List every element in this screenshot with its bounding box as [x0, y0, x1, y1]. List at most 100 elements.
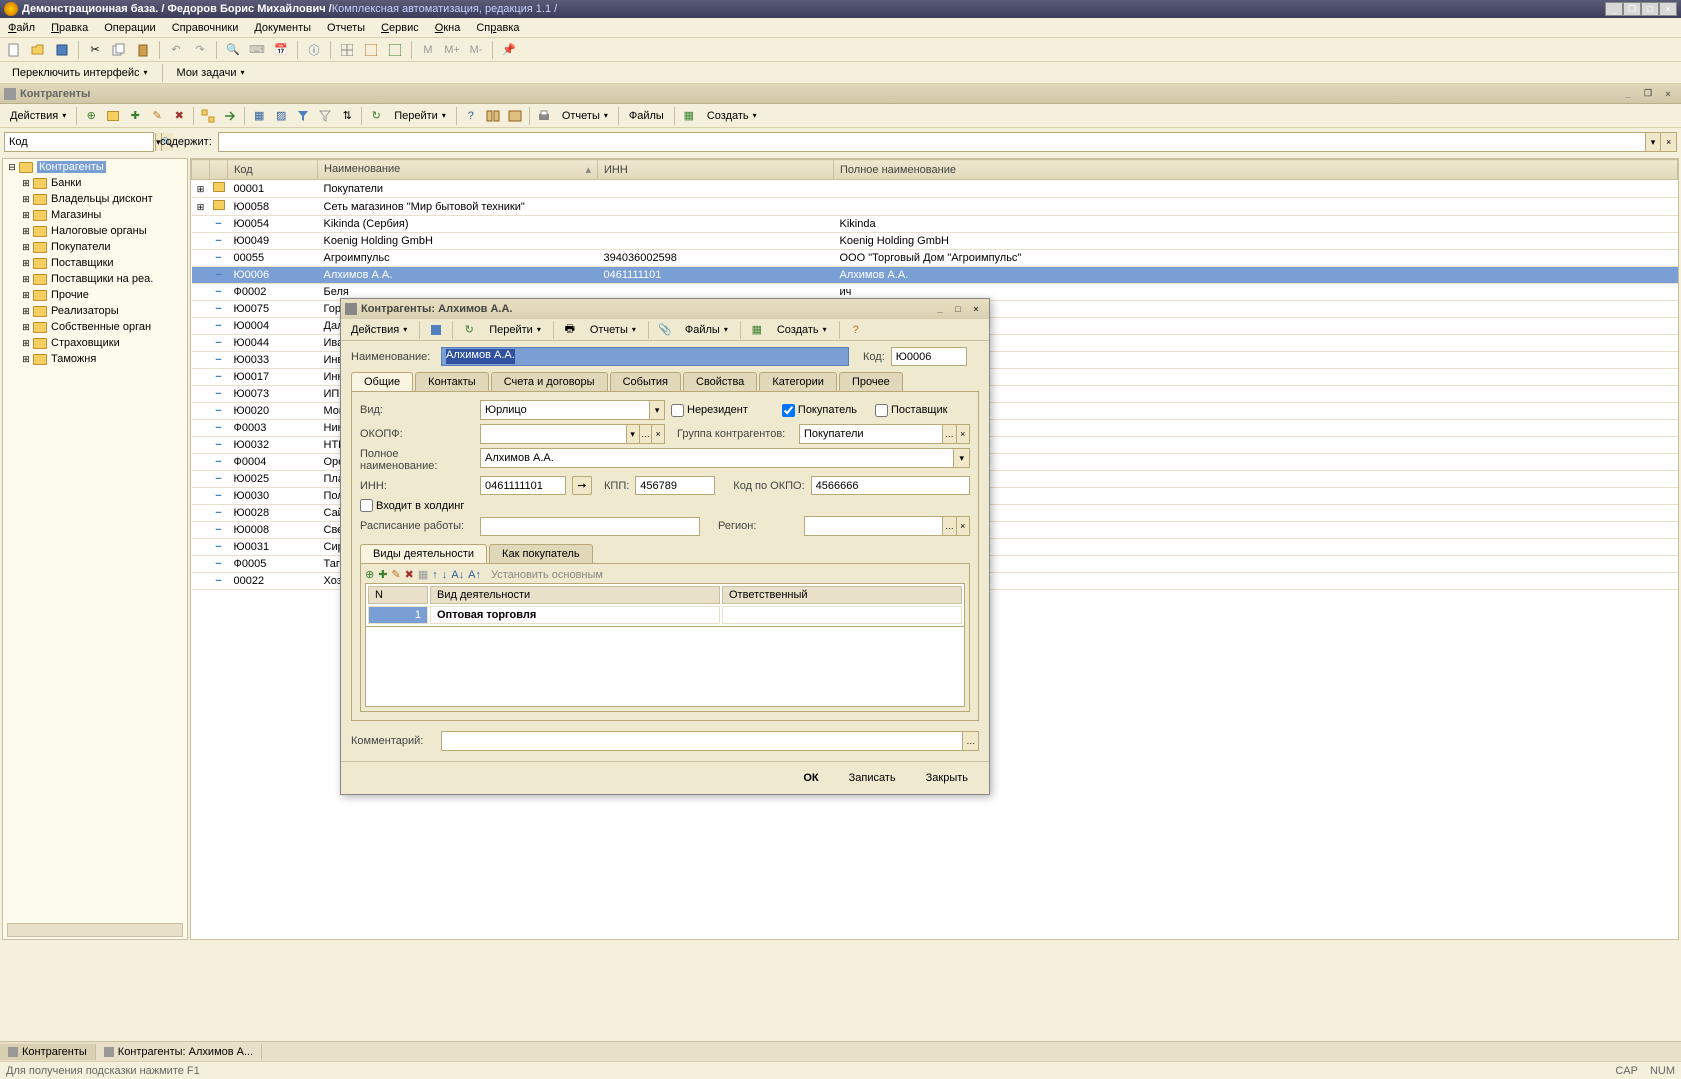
- menu-documents[interactable]: Документы: [254, 22, 311, 34]
- open-icon[interactable]: [28, 40, 48, 60]
- grid-row[interactable]: −Ю0049Koenig Holding GmbHKoenig Holding …: [192, 233, 1678, 250]
- dialog-tab[interactable]: Контакты: [415, 372, 489, 391]
- dialog-subtab[interactable]: Виды деятельности: [360, 544, 487, 563]
- dialog-close-button[interactable]: ×: [967, 302, 985, 316]
- paste-icon[interactable]: [133, 40, 153, 60]
- mminus-icon[interactable]: M-: [466, 40, 486, 60]
- move-icon[interactable]: [220, 106, 240, 126]
- ig-down-icon[interactable]: ↓: [442, 569, 448, 581]
- dialog-subtab[interactable]: Как покупатель: [489, 544, 593, 563]
- goto-dropdown[interactable]: Перейти: [388, 108, 452, 124]
- sub-restore-button[interactable]: ❐: [1639, 87, 1657, 101]
- kpp-field[interactable]: [635, 476, 715, 495]
- grid-row[interactable]: ⊞Ю0058Сеть магазинов "Мир бытовой техник…: [192, 198, 1678, 216]
- tree-item[interactable]: ⊞Поставщики на реа.: [3, 271, 187, 287]
- reports-dropdown[interactable]: Отчеты: [556, 108, 614, 124]
- restore-button[interactable]: ❐: [1623, 2, 1641, 16]
- refresh-icon[interactable]: ↻: [366, 106, 386, 126]
- grid1-icon[interactable]: [337, 40, 357, 60]
- dlg-refresh-icon[interactable]: ↻: [459, 320, 479, 340]
- sub-close-button[interactable]: ×: [1659, 87, 1677, 101]
- grid-header[interactable]: ИНН: [598, 160, 834, 180]
- help2-icon[interactable]: ?: [461, 106, 481, 126]
- dlg-create-icon[interactable]: ▦: [747, 320, 767, 340]
- filter-value-input[interactable]: [219, 133, 1645, 151]
- grid-header[interactable]: [210, 160, 228, 180]
- dlg-files-dropdown[interactable]: Файлы: [679, 322, 734, 338]
- delete-icon[interactable]: ✖: [169, 106, 189, 126]
- tasktab-list[interactable]: Контрагенты: [0, 1044, 96, 1060]
- grid-header[interactable]: Наименование ▴: [318, 160, 598, 180]
- menu-edit[interactable]: Правка: [51, 22, 88, 34]
- menu-file[interactable]: Файл: [8, 22, 35, 34]
- code-field[interactable]: [891, 347, 967, 366]
- menu-catalogs[interactable]: Справочники: [172, 22, 239, 34]
- grid-header[interactable]: Код: [228, 160, 318, 180]
- dialog-tab[interactable]: Счета и договоры: [491, 372, 608, 391]
- okpo-field[interactable]: [811, 476, 970, 495]
- find-icon[interactable]: 🔍: [223, 40, 243, 60]
- dialog-minimize-button[interactable]: _: [931, 302, 949, 316]
- name-field[interactable]: Алхимов А.А.: [446, 349, 515, 364]
- ig-delete-icon[interactable]: ✖: [405, 568, 414, 581]
- tree-item[interactable]: ⊞Поставщики: [3, 255, 187, 271]
- switch-interface-button[interactable]: Переключить интерфейс: [4, 65, 156, 81]
- tree-item[interactable]: ⊞Страховщики: [3, 335, 187, 351]
- ig-up-icon[interactable]: ↑: [432, 569, 438, 581]
- tree-item[interactable]: ⊞Собственные орган: [3, 319, 187, 335]
- grid3-icon[interactable]: [385, 40, 405, 60]
- grid-row[interactable]: −00055Агроимпульс394036002598ООО "Торгов…: [192, 250, 1678, 267]
- buyer-checkbox[interactable]: Покупатель: [782, 404, 857, 417]
- fullname-combo[interactable]: ▾: [480, 448, 970, 468]
- pin-icon[interactable]: 📌: [499, 40, 519, 60]
- set-main-button[interactable]: Установить основным: [491, 569, 603, 581]
- dialog-tab[interactable]: Общие: [351, 372, 413, 391]
- okopf-combo[interactable]: ▾…×: [480, 424, 665, 444]
- cut-icon[interactable]: ✂: [85, 40, 105, 60]
- minimize-button[interactable]: _: [1605, 2, 1623, 16]
- ig-edit-icon[interactable]: ✎: [391, 568, 400, 581]
- grid-header[interactable]: Полное наименование: [834, 160, 1678, 180]
- nonresident-checkbox[interactable]: Нерезидент: [671, 404, 748, 417]
- mplus-icon[interactable]: M+: [442, 40, 462, 60]
- grid-row[interactable]: −Ю0006Алхимов А.А.0461111101Алхимов А.А.: [192, 267, 1678, 284]
- grid-row[interactable]: ⊞00001Покупатели: [192, 180, 1678, 198]
- dialog-tab[interactable]: Свойства: [683, 372, 757, 391]
- calendar-icon[interactable]: 📅: [271, 40, 291, 60]
- my-tasks-button[interactable]: Мои задачи: [169, 65, 253, 81]
- edit-icon[interactable]: ✎: [147, 106, 167, 126]
- add-folder-icon[interactable]: [103, 106, 123, 126]
- tree-item[interactable]: ⊞Налоговые органы: [3, 223, 187, 239]
- group-combo[interactable]: …×: [799, 424, 970, 444]
- supplier-checkbox[interactable]: Поставщик: [875, 404, 947, 417]
- dialog-titlebar[interactable]: Контрагенты: Алхимов А.А. _ □ ×: [341, 299, 989, 319]
- dlg-reports-dropdown[interactable]: Отчеты: [584, 322, 642, 338]
- grid2-icon[interactable]: [361, 40, 381, 60]
- menu-service[interactable]: Сервис: [381, 22, 419, 34]
- menu-windows[interactable]: Окна: [435, 22, 461, 34]
- activity-row[interactable]: 1 Оптовая торговля: [368, 606, 962, 624]
- dialog-maximize-button[interactable]: □: [949, 302, 967, 316]
- m-icon[interactable]: M: [418, 40, 438, 60]
- undo-icon[interactable]: ↶: [166, 40, 186, 60]
- menu-reports[interactable]: Отчеты: [327, 22, 365, 34]
- close-button[interactable]: ×: [1659, 2, 1677, 16]
- copy-icon[interactable]: [109, 40, 129, 60]
- vid-combo[interactable]: ▾: [480, 400, 665, 420]
- tree-item[interactable]: ⊞Банки: [3, 175, 187, 191]
- add-icon[interactable]: ⊕: [81, 106, 101, 126]
- tree-item[interactable]: ⊞Реализаторы: [3, 303, 187, 319]
- dlg-help-icon[interactable]: ?: [846, 320, 866, 340]
- tree-root[interactable]: ⊟ Контрагенты: [3, 159, 187, 175]
- ig-add-icon[interactable]: ⊕: [365, 568, 374, 581]
- comment-field[interactable]: …: [441, 731, 979, 751]
- tree-item[interactable]: ⊞Покупатели: [3, 239, 187, 255]
- dialog-tab[interactable]: Прочее: [839, 372, 903, 391]
- new-icon[interactable]: [4, 40, 24, 60]
- tree-item[interactable]: ⊞Таможня: [3, 351, 187, 367]
- dlg-attach-icon[interactable]: 📎: [655, 320, 675, 340]
- ok-button[interactable]: ОК: [792, 768, 829, 788]
- schedule-field[interactable]: [480, 517, 700, 536]
- redo-icon[interactable]: ↷: [190, 40, 210, 60]
- holding-checkbox[interactable]: Входит в холдинг: [360, 499, 464, 512]
